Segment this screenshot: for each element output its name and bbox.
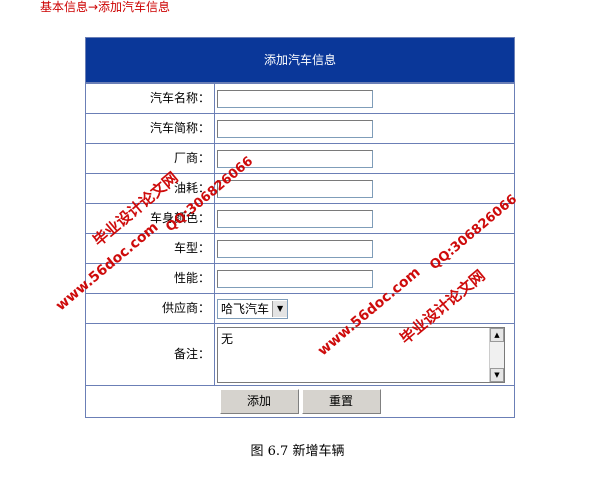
reset-button[interactable]: 重置	[301, 389, 381, 414]
scroll-down-icon[interactable]: ▼	[490, 367, 504, 382]
add-button[interactable]: 添加	[219, 389, 299, 414]
fuel-input[interactable]	[217, 179, 373, 198]
dropdown-arrow-icon[interactable]: ▼	[272, 300, 288, 317]
remarks-label: 备注：	[86, 324, 215, 385]
form-row-car-name: 汽车名称：	[86, 83, 514, 113]
performance-input[interactable]	[217, 269, 373, 288]
form-title: 添加汽车信息	[86, 38, 514, 83]
supplier-select[interactable]: 哈飞汽车 ▼	[217, 298, 289, 319]
supplier-label: 供应商：	[86, 294, 215, 323]
body-color-input[interactable]	[217, 209, 373, 228]
form-row-car-short-name: 汽车简称：	[86, 113, 514, 143]
remarks-textarea[interactable]: 无 ▲ ▼	[217, 326, 505, 383]
car-name-label: 汽车名称：	[86, 84, 215, 113]
car-short-name-label: 汽车简称：	[86, 114, 215, 143]
breadcrumb: 基本信息→添加汽车信息	[40, 0, 171, 14]
model-input[interactable]	[217, 239, 373, 258]
scroll-up-icon[interactable]: ▲	[490, 327, 504, 342]
figure-caption: 图 6.7 新增车辆	[250, 444, 345, 459]
manufacturer-label: 厂商：	[86, 144, 215, 173]
supplier-selected-value: 哈飞汽车	[221, 302, 270, 316]
remarks-text: 无	[221, 331, 234, 346]
button-row: 添加 重置	[86, 385, 514, 417]
car-short-name-input[interactable]	[217, 119, 373, 138]
remarks-scrollbar[interactable]: ▲ ▼	[489, 327, 504, 382]
car-name-input[interactable]	[217, 89, 373, 108]
form-row-manufacturer: 厂商：	[86, 143, 514, 173]
form-row-remarks: 备注： 无 ▲ ▼	[86, 323, 514, 385]
